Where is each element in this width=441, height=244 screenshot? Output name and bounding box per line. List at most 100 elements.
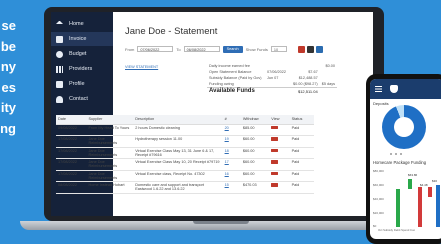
col-date[interactable]: Date [56,115,87,125]
pdf-icon[interactable] [271,148,279,152]
cell-date: 17/08/2022 [56,147,87,159]
laptop-notch [193,221,249,224]
date-filter-bar: From 07/06/2022 To 06/08/2022 Search Sho… [125,45,365,53]
table-row: 09/08/2022 From My Heart To Yours 2 hour… [56,124,314,136]
cell-withdraw: $85.00 [240,124,270,136]
pdf-icon[interactable] [271,137,279,141]
cell-supplier: Jane Doe Reimbursements [86,147,134,159]
marketing-line: ny [0,59,16,75]
table-row: 17/08/2022 Jane Doe Reimbursements Hydro… [56,135,314,148]
sidebar-item-home[interactable]: Home [51,17,113,31]
sidebar-item-profile[interactable]: Profile [51,77,113,91]
from-label: From [125,46,135,52]
table-row: 17/08/2022 Jane Doe Reimbursements Virtu… [56,170,314,182]
cell-withdraw: $60.00 [240,135,270,148]
table-header-row: Date Supplier Description # Withdraw Vie… [56,115,314,125]
cell-number-link[interactable]: 17 [222,158,241,171]
cell-view[interactable] [269,181,290,194]
from-date-input[interactable]: 07/06/2022 [137,46,174,52]
sidebar-item-invoice[interactable]: Invoice [51,32,113,46]
y-tick: $40,000 [373,197,384,201]
phone-header [370,79,441,99]
marketing-line: es [1,79,16,95]
to-date-input[interactable]: 06/08/2022 [183,46,220,52]
cell-status: Paid [289,135,314,148]
funding-bar [418,187,422,227]
marketing-text: se be ny es ity ng [0,16,16,140]
y-tick: $20,000 [373,211,384,215]
cell-description: Virtual Exercise Class May 10, 20 Receip… [133,158,223,171]
sidebar-item-budget[interactable]: Budget [51,47,113,61]
print-icon[interactable] [306,45,314,53]
cell-date: 08/08/2022 [56,181,87,194]
rows-select[interactable]: 10 [270,46,287,52]
rows-label: Show Funds [245,46,268,52]
cell-number-link[interactable]: 19 [222,135,241,148]
pdf-icon[interactable] [271,183,279,187]
pdf-export-icon[interactable] [297,45,305,53]
shield-logo-icon [390,85,398,93]
excel-export-icon[interactable] [315,45,323,53]
cell-number-link[interactable]: 20 [222,124,241,136]
search-button[interactable]: Search [222,45,243,53]
phone-frame: Deposits Homecare Package Funding $80,00… [366,74,441,244]
cell-status: Paid [289,170,314,182]
cell-number-link[interactable]: 18 [222,147,241,159]
transactions-table: Date Supplier Description # Withdraw Vie… [56,115,314,194]
funding-bar [396,189,400,227]
pdf-icon[interactable] [271,160,279,164]
y-tick: $0 [373,224,377,228]
cell-withdraw: $60.00 [240,147,270,159]
sidebar-item-providers[interactable]: Providers [51,62,113,76]
cell-view[interactable] [269,147,290,159]
phone-screen: Deposits Homecare Package Funding $80,00… [370,79,441,239]
sidebar-item-label: Budget [69,51,87,57]
cell-date: 17/08/2022 [56,170,87,182]
table-row: 17/08/2022 Jane Doe Reimbursements Virtu… [56,147,314,159]
pdf-icon[interactable] [271,171,279,175]
col-number[interactable]: # [222,115,241,125]
cell-date: 17/08/2022 [56,158,87,171]
cell-supplier: Home Instead Hobart [86,181,134,194]
cell-status: Paid [289,124,314,136]
cell-description: Virtual Exercise class, Receipt No. 4730… [133,170,223,182]
sidebar-item-label: Invoice [69,36,87,42]
cell-description: Virtual Exercise Class May 13, 31 June 6… [133,147,223,159]
y-tick: $80,000 [373,169,384,173]
cell-number-link[interactable]: 15 [222,181,241,194]
carousel-dots[interactable] [390,153,402,155]
sidebar-item-contact[interactable]: Contact [51,92,113,106]
available-funds-label: Available Funds [209,88,255,95]
funding-bar [436,185,440,227]
budget-icon [56,50,63,58]
col-supplier[interactable]: Supplier [86,115,134,125]
cell-view[interactable] [269,170,290,182]
view-statement-link[interactable]: VIEW STATEMENT [125,65,207,95]
cell-description: Hydrotherapy session 11.00 [133,135,223,148]
cell-view[interactable] [269,158,290,171]
cell-view[interactable] [269,124,290,136]
page-title: Jane Doe - Statement [125,26,218,37]
pdf-icon[interactable] [271,125,279,129]
contact-icon [56,95,63,103]
col-withdraw[interactable]: Withdraw [240,115,270,125]
providers-icon [56,65,63,73]
available-funds-value: $12,511.04 [297,88,318,94]
cell-supplier: Jane Doe Reimbursements [86,135,134,148]
export-icons [297,45,323,53]
cell-date: 17/08/2022 [56,135,87,148]
col-description[interactable]: Description [133,115,223,125]
bar-label: $30 [432,179,438,183]
invoice-icon [56,35,63,43]
sidebar-item-label: Contact [69,96,88,102]
menu-icon[interactable] [375,86,382,92]
col-view[interactable]: View [269,115,290,125]
cell-number-link[interactable]: 16 [222,170,241,182]
col-status[interactable]: Status [289,115,314,125]
cell-supplier: Jane Doe Reimbursements [86,158,134,171]
cell-supplier: From My Heart To Yours [86,124,134,136]
cell-view[interactable] [269,135,290,148]
available-funds-row: Available Funds $12,511.04 [207,87,337,95]
deposits-donut-chart [382,105,426,149]
marketing-line: ng [0,120,16,136]
